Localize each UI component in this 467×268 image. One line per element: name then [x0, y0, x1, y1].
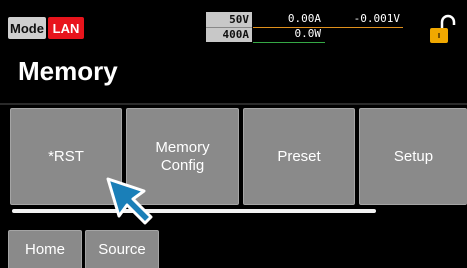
mode-badge[interactable]: Mode	[8, 17, 46, 39]
preset-button[interactable]: Preset	[243, 108, 355, 205]
setup-button[interactable]: Setup	[359, 108, 467, 205]
menu-separator	[0, 103, 467, 105]
status-bar: Mode LAN 50V 400A 0.00A -0.001V 0.0W	[0, 0, 467, 50]
tab-source[interactable]: Source	[85, 230, 159, 268]
menu-scrollbar[interactable]	[12, 209, 376, 213]
power-readout-underline	[253, 42, 325, 43]
power-readout: 0.0W	[294, 27, 322, 40]
tab-home[interactable]: Home	[8, 230, 82, 268]
current-range: 400A	[222, 28, 250, 41]
range-indicator: 50V 400A	[206, 12, 252, 42]
cursor-arrow-icon	[104, 175, 156, 227]
page-title: Memory	[18, 56, 118, 86]
voltage-range: 50V	[229, 13, 249, 26]
lan-badge[interactable]: LAN	[48, 17, 84, 39]
unlocked-padlock-icon[interactable]	[425, 14, 459, 44]
voltage-readout: -0.001V	[353, 12, 400, 25]
current-readout: 0.00A	[287, 12, 321, 25]
